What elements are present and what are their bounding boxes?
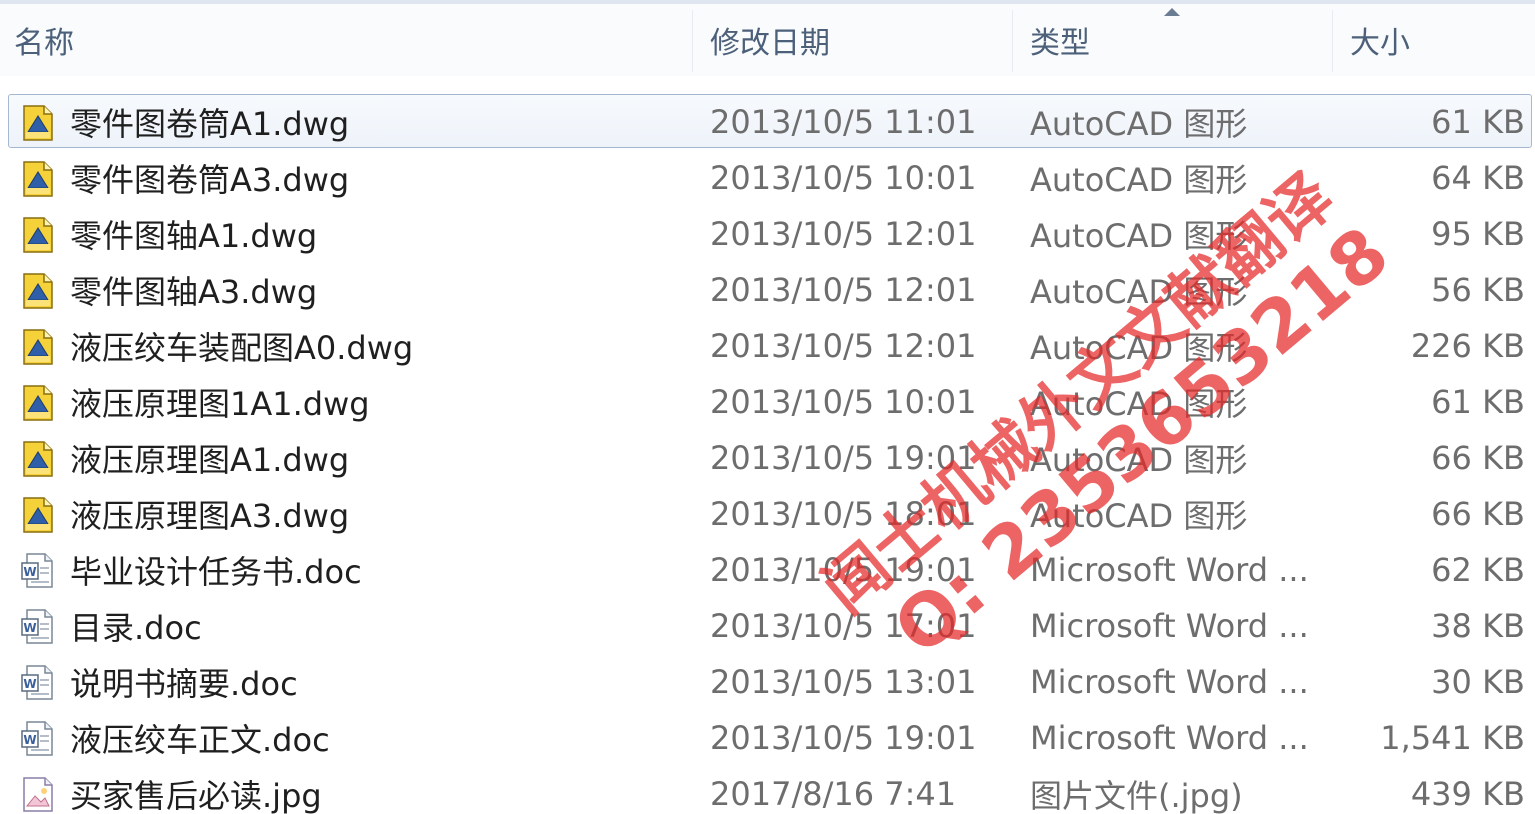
file-date-modified: 2013/10/5 19:01 <box>710 719 977 757</box>
column-divider[interactable] <box>1332 10 1333 72</box>
dwg-icon <box>18 494 58 534</box>
file-size: 66 KB <box>1431 495 1525 533</box>
file-row[interactable]: 液压原理图A3.dwg 2013/10/5 18:01 AutoCAD 图形 66 K… <box>0 486 1535 542</box>
file-size: 61 KB <box>1431 103 1525 141</box>
file-row[interactable]: 零件图轴A1.dwg 2013/10/5 12:01 AutoCAD 图形 95 KB <box>0 206 1535 262</box>
file-type: Microsoft Word ... <box>1030 551 1309 589</box>
svg-text:W: W <box>23 565 36 579</box>
file-name: 零件图卷筒A1.dwg <box>70 105 350 143</box>
file-size: 56 KB <box>1431 271 1525 309</box>
file-size: 439 KB <box>1410 775 1525 813</box>
file-size: 66 KB <box>1431 439 1525 477</box>
dwg-icon <box>18 102 58 142</box>
file-row[interactable]: W 说明书摘要.doc 2013/10/5 13:01 Microsoft Word … <box>0 654 1535 710</box>
svg-text:W: W <box>23 677 36 691</box>
file-date-modified: 2013/10/5 19:01 <box>710 551 977 589</box>
file-size: 30 KB <box>1431 663 1525 701</box>
sort-ascending-icon <box>1164 8 1180 16</box>
file-name: 液压绞车正文.doc <box>70 721 330 759</box>
file-type: AutoCAD 图形 <box>1030 441 1248 479</box>
file-size: 64 KB <box>1431 159 1525 197</box>
column-header-bar: 名称 修改日期 类型 大小 <box>0 4 1535 76</box>
file-date-modified: 2013/10/5 18:01 <box>710 495 977 533</box>
file-row[interactable]: 液压绞车装配图A0.dwg 2013/10/5 12:01 AutoCAD 图形 22… <box>0 318 1535 374</box>
image-file-icon <box>18 774 58 814</box>
file-name: 说明书摘要.doc <box>70 665 298 703</box>
file-size: 226 KB <box>1410 327 1525 365</box>
file-name: 买家售后必读.jpg <box>70 777 322 814</box>
svg-text:W: W <box>23 621 36 635</box>
file-size: 95 KB <box>1431 215 1525 253</box>
file-row[interactable]: W 毕业设计任务书.doc 2013/10/5 19:01 Microsoft Wor… <box>0 542 1535 598</box>
column-divider[interactable] <box>692 10 693 72</box>
file-row[interactable]: 零件图卷筒A1.dwg 2013/10/5 11:01 AutoCAD 图形 61 K… <box>0 94 1535 150</box>
file-type: AutoCAD 图形 <box>1030 105 1248 143</box>
file-date-modified: 2013/10/5 17:01 <box>710 607 977 645</box>
file-date-modified: 2013/10/5 10:01 <box>710 159 977 197</box>
file-size: 61 KB <box>1431 383 1525 421</box>
word-doc-icon: W <box>18 606 58 646</box>
file-row[interactable]: 液压原理图1A1.dwg 2013/10/5 10:01 AutoCAD 图形 61 … <box>0 374 1535 430</box>
word-doc-icon: W <box>18 662 58 702</box>
file-date-modified: 2017/8/16 7:41 <box>710 775 957 813</box>
column-header-type[interactable]: 类型 <box>1030 4 1090 76</box>
file-date-modified: 2013/10/5 12:01 <box>710 215 977 253</box>
file-size: 62 KB <box>1431 551 1525 589</box>
file-type: 图片文件(.jpg) <box>1030 777 1243 814</box>
file-list: 零件图卷筒A1.dwg 2013/10/5 11:01 AutoCAD 图形 61 K… <box>0 94 1535 814</box>
file-name: 零件图轴A3.dwg <box>70 273 318 311</box>
dwg-icon <box>18 158 58 198</box>
column-divider[interactable] <box>1012 10 1013 72</box>
file-date-modified: 2013/10/5 19:01 <box>710 439 977 477</box>
file-date-modified: 2013/10/5 11:01 <box>710 103 977 141</box>
file-date-modified: 2013/10/5 12:01 <box>710 327 977 365</box>
file-name: 液压原理图A3.dwg <box>70 497 350 535</box>
file-name: 零件图轴A1.dwg <box>70 217 318 255</box>
file-row[interactable]: W 液压绞车正文.doc 2013/10/5 19:01 Microsoft Word… <box>0 710 1535 766</box>
file-type: AutoCAD 图形 <box>1030 329 1248 367</box>
dwg-icon <box>18 270 58 310</box>
file-date-modified: 2013/10/5 13:01 <box>710 663 977 701</box>
file-type: Microsoft Word ... <box>1030 607 1309 645</box>
file-type: AutoCAD 图形 <box>1030 385 1248 423</box>
dwg-icon <box>18 214 58 254</box>
file-type: AutoCAD 图形 <box>1030 161 1248 199</box>
file-type: Microsoft Word ... <box>1030 719 1309 757</box>
column-header-date[interactable]: 修改日期 <box>710 4 830 76</box>
column-header-size[interactable]: 大小 <box>1350 4 1410 76</box>
word-doc-icon: W <box>18 718 58 758</box>
file-name: 目录.doc <box>70 609 202 647</box>
file-row[interactable]: 零件图轴A3.dwg 2013/10/5 12:01 AutoCAD 图形 56 KB <box>0 262 1535 318</box>
file-name: 液压绞车装配图A0.dwg <box>70 329 414 367</box>
file-explorer-window: 名称 修改日期 类型 大小 零件图卷筒A1.dwg 2013/10/5 11:01… <box>0 0 1535 814</box>
file-date-modified: 2013/10/5 10:01 <box>710 383 977 421</box>
dwg-icon <box>18 438 58 478</box>
file-name: 零件图卷筒A3.dwg <box>70 161 350 199</box>
word-doc-icon: W <box>18 550 58 590</box>
file-date-modified: 2013/10/5 12:01 <box>710 271 977 309</box>
file-name: 毕业设计任务书.doc <box>70 553 362 591</box>
file-size: 38 KB <box>1431 607 1525 645</box>
file-type: AutoCAD 图形 <box>1030 273 1248 311</box>
dwg-icon <box>18 326 58 366</box>
file-row[interactable]: 零件图卷筒A3.dwg 2013/10/5 10:01 AutoCAD 图形 64 K… <box>0 150 1535 206</box>
file-type: AutoCAD 图形 <box>1030 497 1248 535</box>
file-name: 液压原理图1A1.dwg <box>70 385 370 423</box>
file-type: Microsoft Word ... <box>1030 663 1309 701</box>
svg-text:W: W <box>23 733 36 747</box>
file-name: 液压原理图A1.dwg <box>70 441 350 479</box>
dwg-icon <box>18 382 58 422</box>
file-row[interactable]: W 目录.doc 2013/10/5 17:01 Microsoft Word ...… <box>0 598 1535 654</box>
file-type: AutoCAD 图形 <box>1030 217 1248 255</box>
file-size: 1,541 KB <box>1380 719 1525 757</box>
file-row[interactable]: 液压原理图A1.dwg 2013/10/5 19:01 AutoCAD 图形 66 K… <box>0 430 1535 486</box>
file-row[interactable]: 买家售后必读.jpg 2017/8/16 7:41 图片文件(.jpg) 439 KB <box>0 766 1535 814</box>
column-header-name[interactable]: 名称 <box>14 4 74 76</box>
